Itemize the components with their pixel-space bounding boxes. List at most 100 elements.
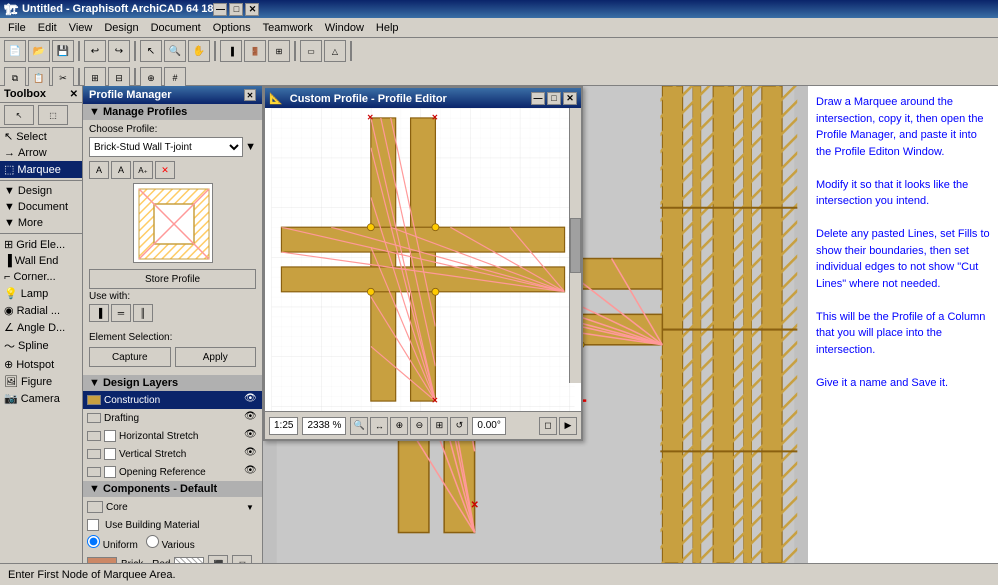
- tool-spline[interactable]: 〜 Spline: [0, 336, 82, 356]
- status-icon-4[interactable]: ⊖: [410, 417, 428, 435]
- open-btn[interactable]: 📂: [28, 40, 50, 62]
- profile-panel-close[interactable]: ✕: [244, 89, 256, 101]
- layer-opening-ref[interactable]: Opening Reference 👁: [83, 463, 262, 481]
- layer-vert-checkbox[interactable]: [104, 448, 116, 460]
- tool-select[interactable]: ↖ Select: [0, 128, 82, 145]
- editor-maximize[interactable]: □: [547, 92, 561, 105]
- layer-drafting[interactable]: Drafting 👁: [83, 409, 262, 427]
- swatch-btn-2[interactable]: ▽: [232, 555, 252, 563]
- store-profile-button[interactable]: Store Profile: [89, 269, 256, 289]
- tool-design[interactable]: ▼ Design: [0, 183, 82, 199]
- tool-marquee[interactable]: ⬚ Marquee: [0, 161, 82, 178]
- use-beam-icon[interactable]: ═: [111, 304, 131, 322]
- layer-construction-eye[interactable]: 👁: [244, 393, 258, 407]
- undo-btn[interactable]: ↩: [84, 40, 106, 62]
- design-layers-header[interactable]: ▼ Design Layers: [83, 375, 262, 391]
- resize-icon-1[interactable]: ◻: [539, 417, 557, 435]
- camera-icon: 📷: [4, 392, 18, 405]
- use-with-label: Use with:: [89, 291, 256, 302]
- close-button[interactable]: ✕: [245, 3, 259, 16]
- tool-arrow[interactable]: → Arrow: [0, 145, 82, 161]
- tool-corner[interactable]: ⌐ Corner...: [0, 269, 82, 285]
- tool-radial[interactable]: ◉ Radial ...: [0, 302, 82, 319]
- resize-icon-2[interactable]: ▶: [559, 417, 577, 435]
- layer-vert-eye[interactable]: 👁: [244, 447, 258, 461]
- door-btn[interactable]: 🚪: [244, 40, 266, 62]
- layer-construction[interactable]: Construction 👁: [83, 391, 262, 409]
- canvas-area[interactable]: ✕ ✕ ✕ 📐 Custom Profile - Profile Editor: [263, 86, 808, 563]
- manage-profiles-header[interactable]: ▼ Manage Profiles: [83, 104, 262, 120]
- new-btn[interactable]: 📄: [4, 40, 26, 62]
- components-header[interactable]: ▼ Components - Default: [83, 481, 262, 497]
- menu-window[interactable]: Window: [319, 20, 370, 36]
- select-btn[interactable]: ↖: [140, 40, 162, 62]
- tool-more[interactable]: ▼ More: [0, 215, 82, 231]
- status-icon-1[interactable]: 🔍: [350, 417, 368, 435]
- profile-icon-1[interactable]: A: [89, 161, 109, 179]
- save-btn[interactable]: 💾: [52, 40, 74, 62]
- use-building-checkbox[interactable]: [87, 519, 99, 531]
- menu-teamwork[interactable]: Teamwork: [257, 20, 319, 36]
- profile-canvas[interactable]: ✕ ✕ ✕: [265, 108, 581, 411]
- menu-design[interactable]: Design: [98, 20, 144, 36]
- layer-horiz-stretch[interactable]: Horizontal Stretch 👁: [83, 427, 262, 445]
- layer-drafting-eye[interactable]: 👁: [244, 411, 258, 425]
- tool-document[interactable]: ▼ Document: [0, 199, 82, 215]
- menu-file[interactable]: File: [2, 20, 32, 36]
- app-icon: 🏗: [4, 3, 18, 16]
- select-arrow-tool[interactable]: ↖: [4, 105, 34, 125]
- profile-icon-4[interactable]: ✕: [155, 161, 175, 179]
- maximize-button[interactable]: □: [229, 3, 243, 16]
- swatch-btn-1[interactable]: ⬛: [208, 555, 228, 563]
- floor-btn[interactable]: ▭: [300, 40, 322, 62]
- status-icon-3[interactable]: ⊕: [390, 417, 408, 435]
- hatch-swatch[interactable]: [174, 557, 204, 563]
- tool-figure[interactable]: 🖼 Figure: [0, 373, 82, 390]
- menu-options[interactable]: Options: [207, 20, 257, 36]
- zoom-btn[interactable]: 🔍: [164, 40, 186, 62]
- status-icon-6[interactable]: ↺: [450, 417, 468, 435]
- status-icon-5[interactable]: ⊞: [430, 417, 448, 435]
- various-radio[interactable]: [146, 535, 159, 548]
- color-swatch[interactable]: [87, 557, 117, 563]
- menu-view[interactable]: View: [63, 20, 99, 36]
- tool-hotspot[interactable]: ⊕ Hotspot: [0, 356, 82, 373]
- tool-angle[interactable]: ∠ Angle D...: [0, 319, 82, 336]
- capture-button[interactable]: Capture: [89, 347, 171, 367]
- toolbox-close[interactable]: ✕: [70, 89, 78, 100]
- tool-wall-end[interactable]: ▐ Wall End: [0, 253, 82, 269]
- pan-btn[interactable]: ✋: [188, 40, 210, 62]
- editor-scrollbar-v[interactable]: [569, 108, 581, 383]
- menu-document[interactable]: Document: [145, 20, 207, 36]
- profile-icon-3[interactable]: A₊: [133, 161, 153, 179]
- status-text: Enter First Node of Marquee Area.: [8, 569, 176, 581]
- minimize-button[interactable]: —: [213, 3, 227, 16]
- marquee-tool-icon[interactable]: ⬚: [38, 105, 68, 125]
- roof-btn[interactable]: △: [324, 40, 346, 62]
- layer-opening-eye[interactable]: 👁: [244, 465, 258, 479]
- status-icons: 🔍 ↔ ⊕ ⊖ ⊞ ↺: [350, 417, 468, 435]
- status-icon-2[interactable]: ↔: [370, 417, 388, 435]
- tool-grid-element[interactable]: ⊞ Grid Ele...: [0, 236, 82, 253]
- apply-button[interactable]: Apply: [175, 347, 257, 367]
- toolbox: Toolbox ✕ ↖ ⬚ ↖ Select → Arrow ⬚ Marquee…: [0, 86, 83, 563]
- window-btn[interactable]: ⊞: [268, 40, 290, 62]
- wall-btn[interactable]: ▐: [220, 40, 242, 62]
- use-wall-icon[interactable]: ▐: [89, 304, 109, 322]
- tool-lamp[interactable]: 💡 Lamp: [0, 285, 82, 302]
- uniform-radio[interactable]: [87, 535, 100, 548]
- profile-icon-2[interactable]: A: [111, 161, 131, 179]
- tool-camera[interactable]: 📷 Camera: [0, 390, 82, 407]
- editor-close[interactable]: ✕: [563, 92, 577, 105]
- layer-vert-stretch[interactable]: Vertical Stretch 👁: [83, 445, 262, 463]
- layer-opening-checkbox[interactable]: [104, 466, 116, 478]
- menu-edit[interactable]: Edit: [32, 20, 63, 36]
- use-column-icon[interactable]: ║: [133, 304, 153, 322]
- editor-minimize[interactable]: —: [531, 92, 545, 105]
- menu-help[interactable]: Help: [370, 20, 405, 36]
- element-selection-label: Element Selection:: [89, 332, 256, 343]
- redo-btn[interactable]: ↪: [108, 40, 130, 62]
- layer-horiz-checkbox[interactable]: [104, 430, 116, 442]
- profile-select[interactable]: Brick-Stud Wall T-joint: [89, 137, 243, 157]
- layer-horiz-eye[interactable]: 👁: [244, 429, 258, 443]
